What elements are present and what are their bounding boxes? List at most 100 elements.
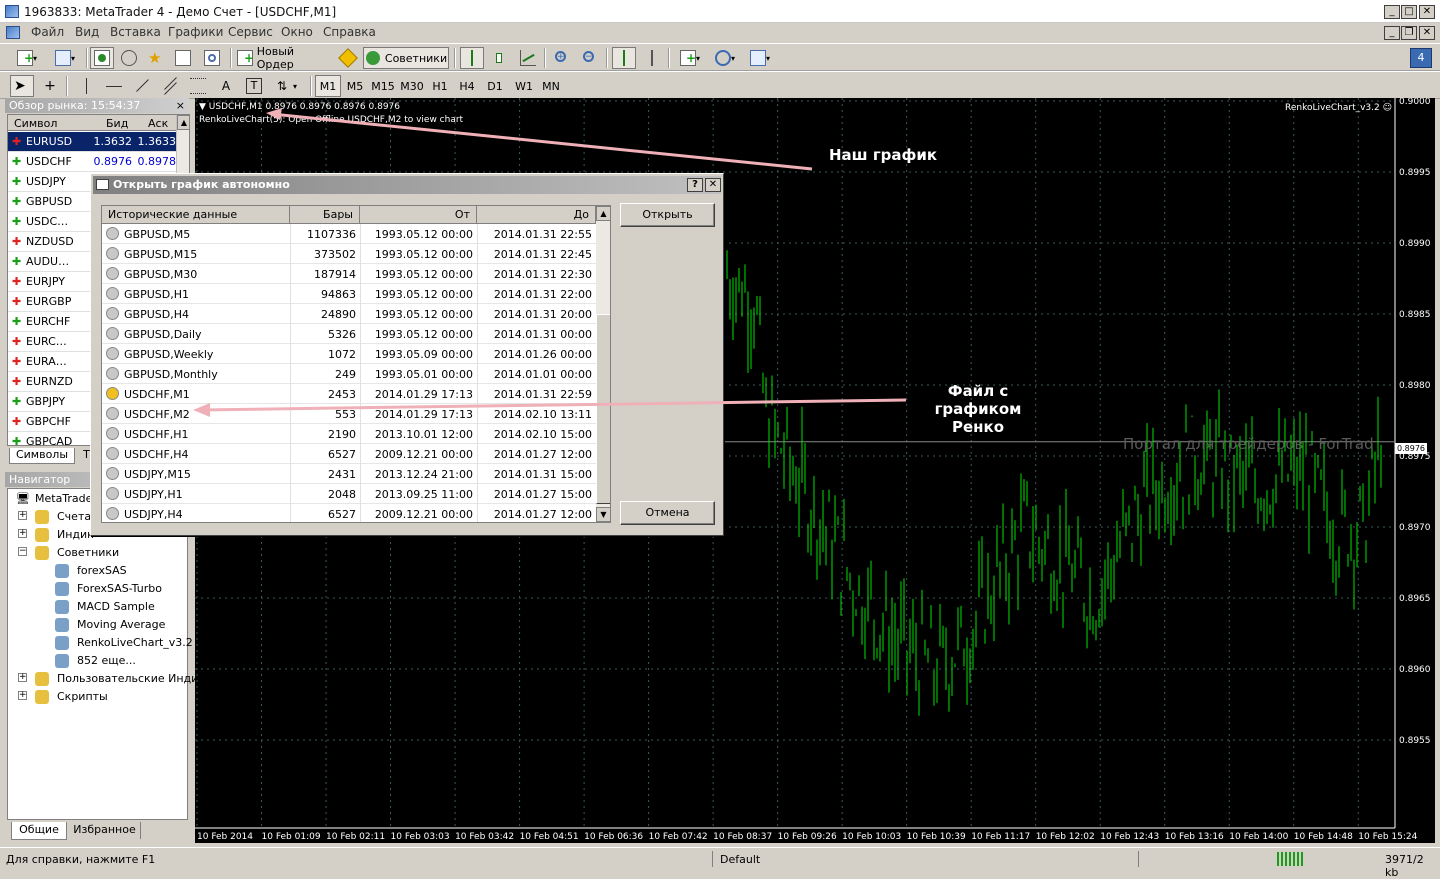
history-row[interactable]: GBPUSD,M5 1107336 1993.05.12 00:00 2014.01.… — [102, 224, 596, 244]
history-row[interactable]: USDJPY,M15 2431 2013.12.24 21:00 2014.01.31… — [102, 464, 596, 484]
col-bid[interactable]: Бид — [106, 117, 128, 130]
menu-tools[interactable]: Сервис — [228, 25, 273, 39]
timeframe-mn[interactable]: MN — [538, 75, 564, 97]
navigator-item[interactable]: Счета — [57, 510, 91, 523]
navigator-item[interactable]: forexSAS — [77, 564, 127, 577]
history-row[interactable]: USDCHF,M2 553 2014.01.29 17:13 2014.02.10 1… — [102, 404, 596, 424]
crosshair-tool[interactable]: + — [38, 75, 62, 97]
dialog-help-button[interactable]: ? — [687, 178, 703, 192]
timeframe-m5[interactable]: M5 — [342, 75, 368, 97]
channel-tool[interactable] — [158, 75, 182, 97]
child-restore-button[interactable]: ❐ — [1401, 26, 1417, 40]
child-minimize-button[interactable]: _ — [1384, 26, 1400, 40]
expand-toggle-icon[interactable]: + — [18, 529, 27, 538]
market-watch-row[interactable]: ✚ EURUSD 1.3632 1.3633 — [8, 132, 180, 152]
navigator-item[interactable]: Moving Average — [77, 618, 165, 631]
expand-toggle-icon[interactable]: + — [18, 511, 27, 520]
history-row[interactable]: USDJPY,H1 2048 2013.09.25 11:00 2014.01.27 … — [102, 484, 596, 504]
bar-chart-button[interactable] — [460, 47, 484, 69]
new-chart-button[interactable]: + ▾ — [10, 47, 44, 69]
notifications-icon[interactable]: 4 — [1410, 48, 1432, 68]
history-scrollbar[interactable]: ▲ ▼ — [596, 206, 610, 522]
col-history[interactable]: Исторические данные — [102, 206, 290, 224]
scroll-thumb[interactable] — [596, 314, 610, 504]
tab-favorites[interactable]: Избранное — [69, 822, 141, 839]
navigator-root[interactable]: MetaTrader — [35, 492, 97, 505]
timeframe-w1[interactable]: W1 — [510, 75, 538, 97]
candlestick-button[interactable] — [488, 47, 512, 69]
indicators-button[interactable]: + ▾ — [674, 47, 706, 69]
history-row[interactable]: USDCHF,H4 6527 2009.12.21 00:00 2014.01.27 … — [102, 444, 596, 464]
expand-toggle-icon[interactable]: − — [18, 547, 27, 556]
arrows-tool[interactable]: ⇅ ▾ — [270, 75, 304, 97]
timeframe-m30[interactable]: M30 — [398, 75, 426, 97]
timeframe-h4[interactable]: H4 — [454, 75, 480, 97]
navigator-item[interactable]: MACD Sample — [77, 600, 155, 613]
periods-button[interactable]: ▾ — [709, 47, 741, 69]
chart-shift-button[interactable] — [640, 47, 664, 69]
col-ask[interactable]: Аск — [148, 117, 168, 130]
timeframe-m1[interactable]: M1 — [315, 75, 341, 97]
menu-charts[interactable]: Графики — [168, 25, 223, 39]
terminal-button[interactable] — [171, 47, 195, 69]
history-row[interactable]: GBPUSD,Weekly 1072 1993.05.09 00:00 2014.01… — [102, 344, 596, 364]
market-watch-toggle[interactable] — [90, 47, 114, 69]
expand-toggle-icon[interactable]: + — [18, 673, 27, 682]
child-close-button[interactable]: ✕ — [1419, 26, 1435, 40]
timeframe-h1[interactable]: H1 — [427, 75, 453, 97]
trendline-tool[interactable] — [130, 75, 154, 97]
navigator-item[interactable]: Индик — [57, 528, 94, 541]
navigator-item[interactable]: 852 еще... — [77, 654, 136, 667]
col-bars[interactable]: Бары — [290, 206, 360, 224]
market-watch-row[interactable]: ✚ USDCHF 0.8976 0.8978 — [8, 152, 180, 172]
close-button[interactable]: ✕ — [1419, 5, 1435, 19]
history-row[interactable]: GBPUSD,M15 373502 1993.05.12 00:00 2014.01.… — [102, 244, 596, 264]
tab-symbols[interactable]: Символы — [9, 448, 75, 464]
market-watch-close-icon[interactable]: × — [176, 98, 185, 113]
dialog-close-button[interactable]: ✕ — [705, 178, 721, 192]
col-symbol[interactable]: Символ — [14, 117, 57, 130]
col-from[interactable]: От — [360, 206, 477, 224]
history-row[interactable]: GBPUSD,M30 187914 1993.05.12 00:00 2014.01.… — [102, 264, 596, 284]
navigator-item[interactable]: Скрипты — [57, 690, 108, 703]
new-order-button[interactable]: + Новый Ордер — [236, 45, 334, 71]
alerts-button[interactable] — [337, 47, 359, 69]
history-row[interactable]: USDJPY,H4 6527 2009.12.21 00:00 2014.01.27 … — [102, 504, 596, 522]
navigator-item[interactable]: Пользовательские Индик — [57, 672, 205, 685]
navigator-item[interactable]: ForexSAS-Turbo — [77, 582, 162, 595]
menu-insert[interactable]: Вставка — [110, 25, 161, 39]
history-row[interactable]: USDCHF,H1 2190 2013.10.01 12:00 2014.02.10 … — [102, 424, 596, 444]
line-chart-button[interactable] — [516, 47, 540, 69]
menu-file[interactable]: Файл — [31, 25, 64, 39]
zoom-in-button[interactable]: + — [550, 47, 574, 69]
navigator-item[interactable]: RenkoLiveChart_v3.2 — [77, 636, 193, 649]
profiles-button[interactable]: ▾ — [48, 47, 82, 69]
fibo-tool[interactable] — [186, 75, 210, 97]
navigator-button[interactable]: ★ — [144, 47, 168, 69]
history-row[interactable]: GBPUSD,Monthly 249 1993.05.01 00:00 2014.01… — [102, 364, 596, 384]
navigator-item[interactable]: Советники — [57, 546, 119, 559]
history-row[interactable]: GBPUSD,H1 94863 1993.05.12 00:00 2014.01.31… — [102, 284, 596, 304]
cancel-button[interactable]: Отмена — [620, 501, 715, 525]
horizontal-line-tool[interactable] — [102, 75, 126, 97]
tab-common[interactable]: Общие — [11, 822, 67, 840]
strategy-tester-button[interactable] — [200, 47, 224, 69]
col-to[interactable]: До — [477, 206, 596, 224]
vertical-line-tool[interactable] — [74, 75, 98, 97]
templates-button[interactable]: ▾ — [744, 47, 776, 69]
menu-view[interactable]: Вид — [75, 25, 99, 39]
expand-toggle-icon[interactable]: + — [18, 691, 27, 700]
menu-help[interactable]: Справка — [323, 25, 376, 39]
history-row[interactable]: GBPUSD,H4 24890 1993.05.12 00:00 2014.01.31… — [102, 304, 596, 324]
cursor-tool[interactable]: ➤ — [10, 75, 34, 97]
text-tool[interactable]: A — [214, 75, 238, 97]
label-tool[interactable]: T — [242, 75, 266, 97]
open-button[interactable]: Открыть — [620, 203, 715, 227]
autoscroll-button[interactable] — [612, 47, 636, 69]
data-window-button[interactable] — [117, 47, 141, 69]
menu-window[interactable]: Окно — [281, 25, 313, 39]
history-row[interactable]: USDCHF,M1 2453 2014.01.29 17:13 2014.01.31 … — [102, 384, 596, 404]
timeframe-m15[interactable]: M15 — [369, 75, 397, 97]
timeframe-d1[interactable]: D1 — [482, 75, 508, 97]
expert-advisors-toggle[interactable]: Советники — [363, 47, 449, 69]
